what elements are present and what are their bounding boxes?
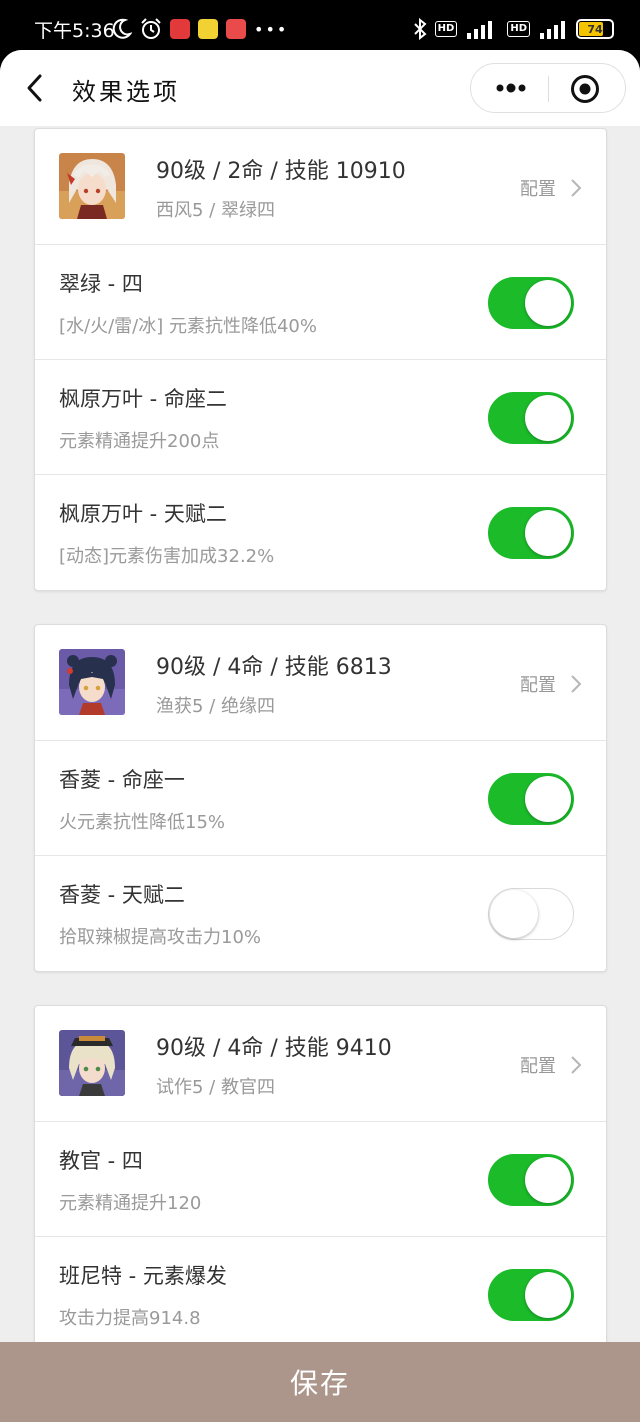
chevron-right-icon: [571, 1056, 582, 1074]
phone-screen: 下午5:36 ••• HD HD 74 效果选项 90级 / 2命 / 技能 1…: [0, 0, 640, 1422]
config-label: 配置: [520, 675, 556, 696]
battery-level: 74: [587, 22, 603, 36]
effect-row: 翠绿 - 四 [水/火/雷/冰] 元素抗性降低40%: [35, 245, 606, 360]
effect-title: 翠绿 - 四: [59, 272, 143, 296]
effect-toggle[interactable]: [488, 1269, 574, 1321]
effect-description: 元素精通提升120: [59, 1193, 202, 1214]
character-card: 90级 / 2命 / 技能 10910 西风5 / 翠绿四 配置 翠绿 - 四 …: [34, 128, 607, 591]
signal-icon-2: [540, 21, 565, 39]
app-window: 效果选项 90级 / 2命 / 技能 10910 西风5 / 翠绿四 配置 翠绿…: [0, 50, 640, 1422]
effect-description: 攻击力提高914.8: [59, 1308, 201, 1329]
card-header[interactable]: 90级 / 4命 / 技能 6813 渔获5 / 绝缘四 配置: [35, 625, 606, 741]
more-icon[interactable]: [493, 76, 529, 100]
more-dots-icon: •••: [254, 19, 289, 39]
signal-icon: [467, 21, 493, 39]
character-gear: 西风5 / 翠绿四: [156, 200, 275, 221]
alarm-icon: [141, 18, 161, 39]
chevron-right-icon: [571, 675, 582, 693]
status-left-icons: •••: [112, 18, 288, 40]
effect-toggle[interactable]: [488, 773, 574, 825]
effect-title: 香菱 - 天赋二: [59, 883, 185, 907]
status-right-icons: HD HD 74: [413, 18, 614, 40]
netease-music-icon: [170, 19, 190, 39]
config-label: 配置: [520, 1056, 556, 1077]
character-avatar: [59, 153, 125, 219]
effect-row: 枫原万叶 - 命座二 元素精通提升200点: [35, 360, 606, 475]
effect-toggle[interactable]: [488, 277, 574, 329]
battery-icon: 74: [576, 19, 614, 39]
effect-row: 香菱 - 命座一 火元素抗性降低15%: [35, 741, 606, 856]
character-avatar: [59, 1030, 125, 1096]
58-app-icon: [198, 19, 218, 39]
effect-toggle[interactable]: [488, 888, 574, 940]
hd-icon: HD: [434, 21, 458, 37]
effect-row: 枫原万叶 - 天赋二 [动态]元素伤害加成32.2%: [35, 475, 606, 590]
page-title: 效果选项: [72, 78, 180, 106]
card-header[interactable]: 90级 / 4命 / 技能 9410 试作5 / 教官四 配置: [35, 1006, 606, 1122]
card-header[interactable]: 90级 / 2命 / 技能 10910 西风5 / 翠绿四 配置: [35, 129, 606, 245]
effect-description: 元素精通提升200点: [59, 431, 220, 452]
effect-title: 枫原万叶 - 天赋二: [59, 502, 227, 526]
character-gear: 试作5 / 教官四: [156, 1077, 275, 1098]
effect-description: 拾取辣椒提高攻击力10%: [59, 927, 262, 948]
effect-title: 教官 - 四: [59, 1149, 143, 1173]
character-gear: 渔获5 / 绝缘四: [156, 696, 275, 717]
character-stats: 90级 / 4命 / 技能 6813: [156, 655, 392, 680]
hd-icon-2: HD: [507, 21, 530, 37]
chevron-right-icon: [571, 179, 582, 197]
effect-title: 班尼特 - 元素爆发: [59, 1264, 227, 1288]
config-link[interactable]: 配置: [520, 175, 582, 201]
character-card: 90级 / 4命 / 技能 6813 渔获5 / 绝缘四 配置 香菱 - 命座一…: [34, 624, 607, 972]
status-time: 下午5:36: [34, 20, 115, 42]
bluetooth-icon: [413, 18, 427, 40]
character-card: 90级 / 4命 / 技能 9410 试作5 / 教官四 配置 教官 - 四 元…: [34, 1005, 607, 1353]
config-label: 配置: [520, 179, 556, 200]
navigation-bar: 效果选项: [0, 50, 640, 126]
effect-toggle[interactable]: [488, 392, 574, 444]
config-link[interactable]: 配置: [520, 1052, 582, 1078]
config-link[interactable]: 配置: [520, 671, 582, 697]
effect-row: 香菱 - 天赋二 拾取辣椒提高攻击力10%: [35, 856, 606, 971]
effect-toggle[interactable]: [488, 1154, 574, 1206]
capsule-divider: [548, 76, 549, 102]
effect-description: 火元素抗性降低15%: [59, 812, 226, 833]
character-stats: 90级 / 4命 / 技能 9410: [156, 1036, 392, 1061]
mini-program-capsule: [470, 63, 626, 113]
effect-toggle[interactable]: [488, 507, 574, 559]
effect-title: 枫原万叶 - 命座二: [59, 387, 227, 411]
effect-description: [动态]元素伤害加成32.2%: [59, 546, 275, 567]
effect-description: [水/火/雷/冰] 元素抗性降低40%: [59, 316, 317, 337]
close-target-icon[interactable]: [569, 73, 601, 105]
save-button[interactable]: 保存: [0, 1342, 640, 1422]
calendar-app-icon: [226, 19, 246, 39]
effect-row: 班尼特 - 元素爆发 攻击力提高914.8: [35, 1237, 606, 1352]
character-avatar: [59, 649, 125, 715]
character-stats: 90级 / 2命 / 技能 10910: [156, 159, 406, 184]
effect-row: 教官 - 四 元素精通提升120: [35, 1122, 606, 1237]
moon-icon: [112, 18, 132, 39]
effect-title: 香菱 - 命座一: [59, 768, 185, 792]
back-arrow-icon[interactable]: [22, 72, 52, 104]
